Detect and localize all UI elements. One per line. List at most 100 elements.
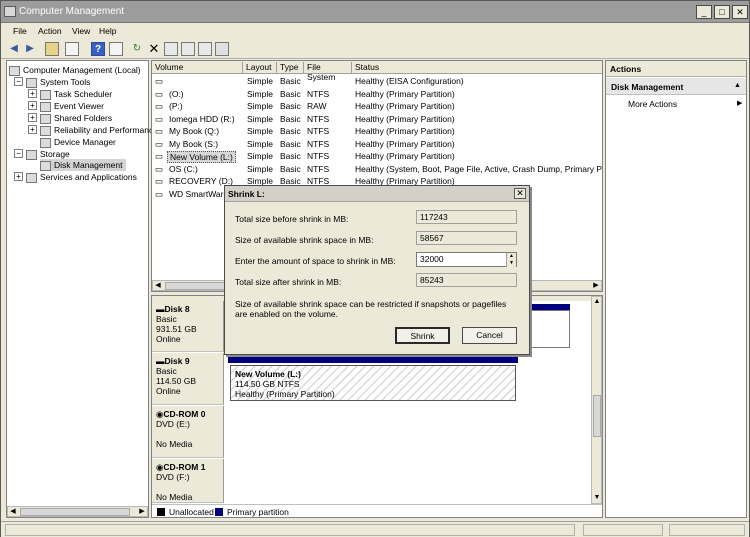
volume-row-selected[interactable]: ▭ New Volume (L:) Simple Basic NTFS Heal… (152, 151, 602, 164)
tree-system-tools[interactable]: System Tools (26, 76, 90, 88)
cdrom-1-label[interactable]: ◉CD-ROM 1 DVD (F:) No Media (152, 459, 224, 503)
tree-task-scheduler[interactable]: Task Scheduler (40, 88, 112, 100)
expand-services[interactable]: + (14, 172, 23, 181)
col-layout[interactable]: Layout (243, 62, 277, 74)
close-button[interactable]: ✕ (732, 5, 748, 19)
properties-icon[interactable] (109, 42, 123, 56)
tree-services[interactable]: Services and Applications (26, 171, 137, 183)
shrink-dialog: Shrink L: ✕ Total size before shrink in … (224, 185, 530, 355)
tree-disk-management[interactable]: Disk Management (40, 159, 126, 171)
export-list-icon[interactable] (215, 42, 229, 56)
cdrom-0-label[interactable]: ◉CD-ROM 0 DVD (E:) No Media (152, 406, 224, 458)
tree-event-viewer[interactable]: Event Viewer (40, 100, 104, 112)
open-icon[interactable] (164, 42, 178, 56)
volume-row[interactable]: ▭ (P:) Simple Basic RAW Healthy (Primary… (152, 101, 602, 114)
up-folder-icon[interactable] (45, 42, 59, 56)
tree-root[interactable]: Computer Management (Local) (9, 64, 141, 76)
col-type[interactable]: Type (277, 62, 304, 74)
disk-8-label[interactable]: ▬Disk 8 Basic 931.51 GB Online (152, 301, 224, 352)
scroll-up-icon[interactable]: ▲ (592, 297, 602, 307)
tree-device-manager[interactable]: Device Manager (40, 136, 116, 148)
expand-shared-folders[interactable]: + (28, 113, 37, 122)
volume-row[interactable]: ▭ My Book (Q:) Simple Basic NTFS Healthy… (152, 126, 602, 139)
menu-help[interactable]: Help (99, 26, 116, 36)
shrink-dialog-title-bar[interactable]: Shrink L: ✕ (225, 186, 529, 202)
shrink-dialog-title: Shrink L: (228, 189, 265, 199)
save-icon[interactable] (181, 42, 195, 56)
status-pane-3 (669, 524, 745, 536)
refresh-icon[interactable]: ↻ (130, 42, 144, 56)
collapse-section-icon[interactable]: ▲ (734, 82, 741, 89)
menu-file[interactable]: File (13, 26, 27, 36)
disk-9-partition-new-volume[interactable]: New Volume (L:) 114.50 GB NTFS Healthy (… (230, 365, 516, 401)
volume-icon: ▭ (155, 138, 164, 149)
disk-9-label[interactable]: ▬Disk 9 Basic 114.50 GB Online (152, 353, 224, 405)
col-status[interactable]: Status (352, 62, 602, 74)
spin-up-icon[interactable]: ▲ (506, 253, 516, 260)
disk-icon: ▬ (156, 304, 165, 314)
volume-row[interactable]: ▭ OS (C:) Simple Basic NTFS Healthy (Sys… (152, 164, 602, 177)
scroll-left-icon[interactable]: ◀ (153, 281, 163, 291)
scroll-down-icon[interactable]: ▼ (592, 493, 602, 503)
performance-icon (40, 125, 51, 136)
scroll-thumb[interactable] (20, 508, 130, 516)
scroll-right-icon[interactable]: ▶ (591, 281, 601, 291)
volume-icon: ▭ (155, 101, 164, 111)
expand-task-scheduler[interactable]: + (28, 89, 37, 98)
window-title: Computer Management (19, 6, 125, 17)
dialog-close-button[interactable]: ✕ (514, 188, 526, 199)
scroll-right-icon[interactable]: ▶ (137, 507, 147, 517)
more-actions[interactable]: More Actions (628, 99, 677, 109)
menu-view[interactable]: View (72, 26, 90, 36)
tree-reliability[interactable]: Reliability and Performanc (40, 124, 153, 136)
forward-icon[interactable]: ▶ (23, 42, 37, 56)
volume-row[interactable]: ▭ My Book (S:) Simple Basic NTFS Healthy… (152, 138, 602, 152)
computer-management-icon (4, 6, 16, 17)
actions-section-disk-management[interactable]: Disk Management (606, 78, 746, 95)
shrink-note-line2: are enabled on the volume. (235, 309, 339, 319)
console-tree: Computer Management (Local) − System Too… (6, 60, 153, 518)
volume-row[interactable]: ▭ Simple Basic Healthy (EISA Configurati… (152, 76, 602, 89)
total-after-value: 85243 (416, 273, 517, 287)
shrink-button[interactable]: Shrink (395, 327, 450, 344)
volume-row[interactable]: ▭ Iomega HDD (R:) Simple Basic NTFS Heal… (152, 114, 602, 127)
collapse-storage[interactable]: − (14, 149, 23, 158)
more-actions-arrow-icon[interactable]: ▶ (737, 99, 742, 107)
col-file-system[interactable]: File System (304, 62, 352, 82)
maximize-button[interactable]: □ (714, 5, 730, 19)
disk-management-icon (40, 160, 51, 171)
actions-pane: Actions Disk Management ▲ More Actions ▶ (605, 60, 747, 518)
help-icon[interactable]: ? (91, 42, 105, 56)
legend-primary: Primary partition (227, 507, 289, 517)
scroll-thumb[interactable] (593, 395, 601, 437)
scroll-left-icon[interactable]: ◀ (8, 507, 18, 517)
expand-event-viewer[interactable]: + (28, 101, 37, 110)
col-volume[interactable]: Volume (152, 62, 243, 74)
folder-icon (40, 113, 51, 124)
collapse-system-tools[interactable]: − (14, 77, 23, 86)
legend: Unallocated Primary partition (152, 504, 602, 517)
show-hide-tree-icon[interactable] (65, 42, 79, 56)
shrink-note-line1: Size of available shrink space can be re… (235, 299, 507, 309)
volume-list-header: Volume Layout Type File System Status (152, 61, 602, 82)
menu-action[interactable]: Action (38, 26, 62, 36)
status-bar (1, 521, 749, 537)
spin-down-icon[interactable]: ▼ (506, 260, 516, 267)
title-bar[interactable]: Computer Management _ □ ✕ (1, 1, 749, 23)
tree-shared-folders[interactable]: Shared Folders (40, 112, 112, 124)
storage-icon (26, 149, 37, 160)
total-before-value: 117243 (416, 210, 517, 224)
expand-reliability[interactable]: + (28, 125, 37, 134)
shrink-amount-input[interactable]: 32000 (416, 252, 517, 267)
status-pane-main (5, 524, 575, 536)
minimize-button[interactable]: _ (696, 5, 712, 19)
volume-row[interactable]: ▭ (O:) Simple Basic NTFS Healthy (Primar… (152, 89, 602, 102)
cancel-button[interactable]: Cancel (462, 327, 517, 344)
volume-icon: ▭ (155, 76, 164, 86)
delete-icon[interactable]: ✕ (147, 42, 161, 56)
event-viewer-icon (40, 101, 51, 112)
disk-view-vertical-scrollbar[interactable]: ▲ ▼ (591, 296, 602, 504)
back-icon[interactable]: ◀ (7, 42, 21, 56)
search-icon[interactable] (198, 42, 212, 56)
tree-horizontal-scrollbar[interactable]: ◀ ▶ (7, 506, 148, 517)
